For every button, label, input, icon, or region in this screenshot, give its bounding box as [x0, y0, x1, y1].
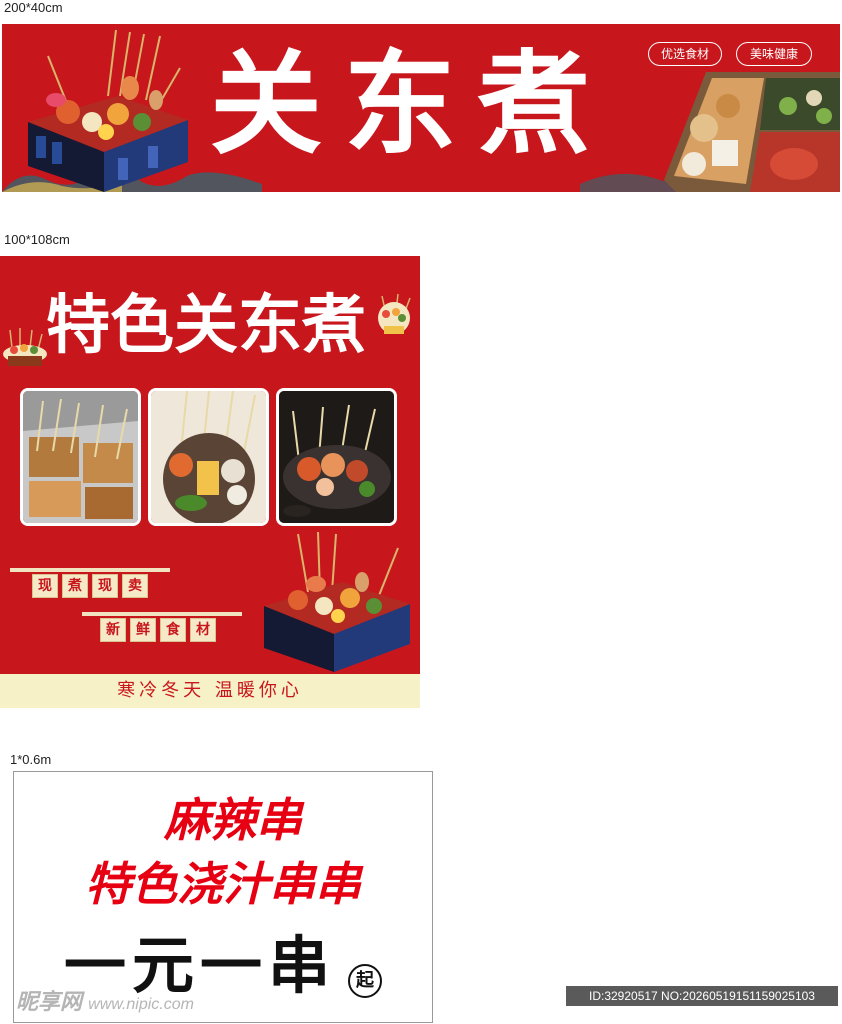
- tag-quality-ingredients: 优选食材: [648, 42, 722, 66]
- watermark-site-cn: 昵享网: [16, 989, 83, 1014]
- tag-char: 材: [190, 618, 216, 642]
- tag-char: 煮: [62, 574, 88, 598]
- bowl-mascot-icon: [378, 294, 411, 334]
- oden-box-illustration-small: [264, 532, 410, 672]
- photo-oden-bowl: [148, 388, 269, 526]
- oden-box-illustration: [28, 29, 188, 192]
- banner-title: 关东煮: [210, 40, 612, 170]
- poster2-size-label: 100*108cm: [4, 232, 70, 247]
- price-start-badge: 起: [348, 964, 382, 998]
- tag-tasty-healthy: 美味健康: [736, 42, 812, 66]
- tag-char: 食: [160, 618, 186, 642]
- signboard-rod-2: [82, 612, 242, 616]
- tag-char: 卖: [122, 574, 148, 598]
- skewer-bowl-icon: [3, 328, 47, 366]
- image-id-bar: ID:32920517 NO:20260519151159025103: [566, 986, 838, 1006]
- watermark-logo: 昵享网 www.nipic.com: [16, 984, 194, 1016]
- tag-char: 鲜: [130, 618, 156, 642]
- tag-char: 现: [32, 574, 58, 598]
- photo-oden-tray: [20, 388, 141, 526]
- sign-line-special-sauce-skewers: 特色浇汁串串: [85, 857, 361, 911]
- banner-oden: 关东煮 优选食材 美味健康: [2, 24, 840, 192]
- tag-char: 新: [100, 618, 126, 642]
- sign3-size-label: 1*0.6m: [10, 752, 52, 767]
- poster-footer-slogan: 寒冷冬天 温暖你心: [0, 674, 420, 708]
- tag-char: 现: [92, 574, 118, 598]
- banner1-size-label: 200*40cm: [4, 0, 63, 15]
- poster-special-oden: 特色关东煮 现 煮 现 卖 新 鲜 食 材 寒冷冬天 温暖你心: [0, 256, 420, 708]
- poster-title: 特色关东煮: [46, 289, 366, 363]
- sign-line-mala-skewers: 麻辣串: [164, 793, 302, 847]
- oden-pot-photo: [664, 72, 840, 192]
- signboard-rod-1: [10, 568, 170, 572]
- photo-oden-pot: [276, 388, 397, 526]
- watermark-site-url: www.nipic.com: [88, 996, 194, 1013]
